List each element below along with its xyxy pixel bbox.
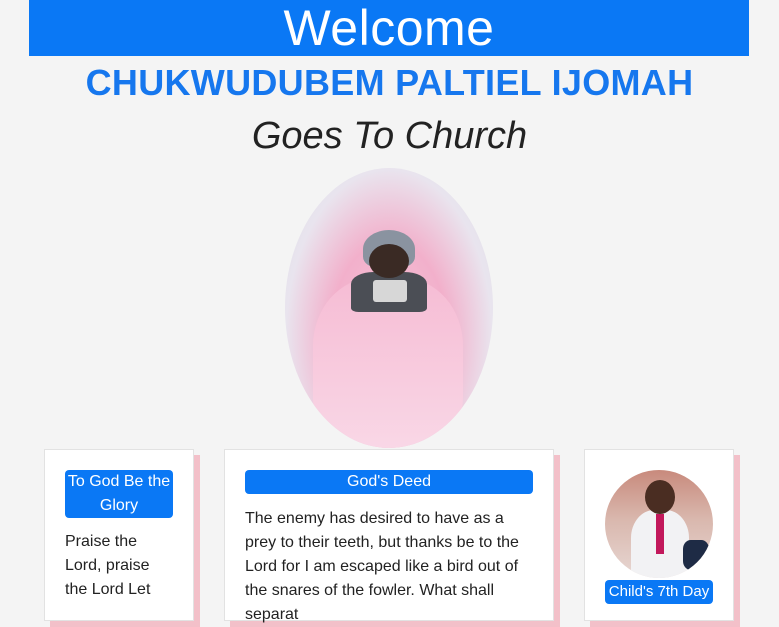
shirt-print-shape — [373, 280, 407, 302]
seventh-day-card-title[interactable]: Child's 7th Day — [605, 580, 713, 604]
glory-card-title-text: To God Be the Glory — [67, 473, 171, 514]
glory-card-title[interactable]: To God Be the Glory — [65, 470, 173, 518]
welcome-text: Welcome — [283, 0, 495, 56]
welcome-banner: Welcome — [29, 0, 749, 56]
tie-shape — [656, 514, 664, 554]
deed-card-text: The enemy has desired to have as a prey … — [245, 510, 519, 623]
child-name: CHUKWUDUBEM PALTIEL IJOMAH — [85, 62, 694, 103]
deed-card-title[interactable]: God's Deed — [245, 470, 533, 494]
page-subtitle: Goes To Church — [251, 115, 528, 157]
glory-card: To God Be the Glory Praise the Lord, pra… — [44, 449, 194, 621]
man-head-shape — [645, 480, 675, 514]
man-photo — [605, 470, 713, 578]
glory-card-text: Praise the Lord, praise the Lord Let — [65, 533, 151, 598]
man-arm-shape — [683, 540, 709, 570]
seventh-day-card: Child's 7th Day — [584, 449, 734, 621]
deed-card: God's Deed The enemy has desired to have… — [224, 449, 554, 623]
face-shape — [369, 244, 409, 278]
baby-photo — [285, 168, 493, 448]
